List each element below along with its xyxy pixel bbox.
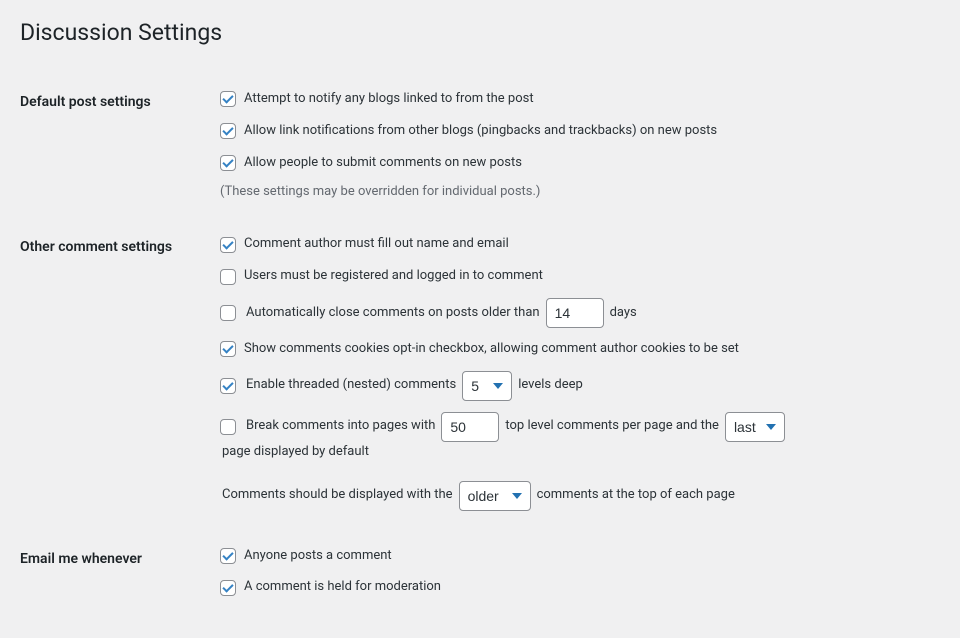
label-require-registration: Users must be registered and logged in t… xyxy=(244,266,543,287)
select-thread-depth[interactable]: 5 xyxy=(462,371,512,401)
label-email-anyone-posts: Anyone posts a comment xyxy=(244,546,392,567)
input-comments-per-page[interactable] xyxy=(441,412,499,442)
checkbox-paginate[interactable] xyxy=(220,419,236,435)
label-threaded-prefix: Enable threaded (nested) comments xyxy=(246,375,456,396)
input-close-days[interactable] xyxy=(546,298,604,328)
checkbox-require-registration[interactable] xyxy=(220,269,236,285)
select-default-page[interactable]: last xyxy=(725,412,785,442)
default-post-note: (These settings may be overridden for in… xyxy=(220,184,930,199)
label-order-prefix: Comments should be displayed with the xyxy=(222,485,453,506)
checkbox-cookies-optin[interactable] xyxy=(220,341,236,357)
label-paginate-suffix: page displayed by default xyxy=(222,442,369,463)
checkbox-allow-comments[interactable] xyxy=(220,155,236,171)
label-auto-close-prefix: Automatically close comments on posts ol… xyxy=(246,303,540,324)
section-heading-default-post: Default post settings xyxy=(20,74,220,219)
label-order-suffix: comments at the top of each page xyxy=(537,485,735,506)
checkbox-notify-linked[interactable] xyxy=(220,91,236,107)
label-notify-linked: Attempt to notify any blogs linked to fr… xyxy=(244,89,534,110)
label-auto-close-suffix: days xyxy=(610,303,637,324)
label-cookies-optin: Show comments cookies opt-in checkbox, a… xyxy=(244,339,739,360)
page-title: Discussion Settings xyxy=(20,10,940,50)
checkbox-auto-close[interactable] xyxy=(220,305,236,321)
section-heading-other-comment: Other comment settings xyxy=(20,219,220,530)
label-email-held-moderation: A comment is held for moderation xyxy=(244,577,441,598)
label-threaded-suffix: levels deep xyxy=(518,375,583,396)
checkbox-email-held-moderation[interactable] xyxy=(220,580,236,596)
checkbox-email-anyone-posts[interactable] xyxy=(220,548,236,564)
checkbox-threaded[interactable] xyxy=(220,378,236,394)
select-comment-order[interactable]: older xyxy=(459,481,531,511)
label-paginate-prefix: Break comments into pages with xyxy=(246,416,435,437)
label-paginate-mid: top level comments per page and the xyxy=(505,416,719,437)
label-require-name-email: Comment author must fill out name and em… xyxy=(244,234,509,255)
checkbox-require-name-email[interactable] xyxy=(220,237,236,253)
label-allow-comments: Allow people to submit comments on new p… xyxy=(244,153,522,174)
section-heading-email: Email me whenever xyxy=(20,531,220,619)
label-allow-pingbacks: Allow link notifications from other blog… xyxy=(244,121,717,142)
checkbox-allow-pingbacks[interactable] xyxy=(220,123,236,139)
